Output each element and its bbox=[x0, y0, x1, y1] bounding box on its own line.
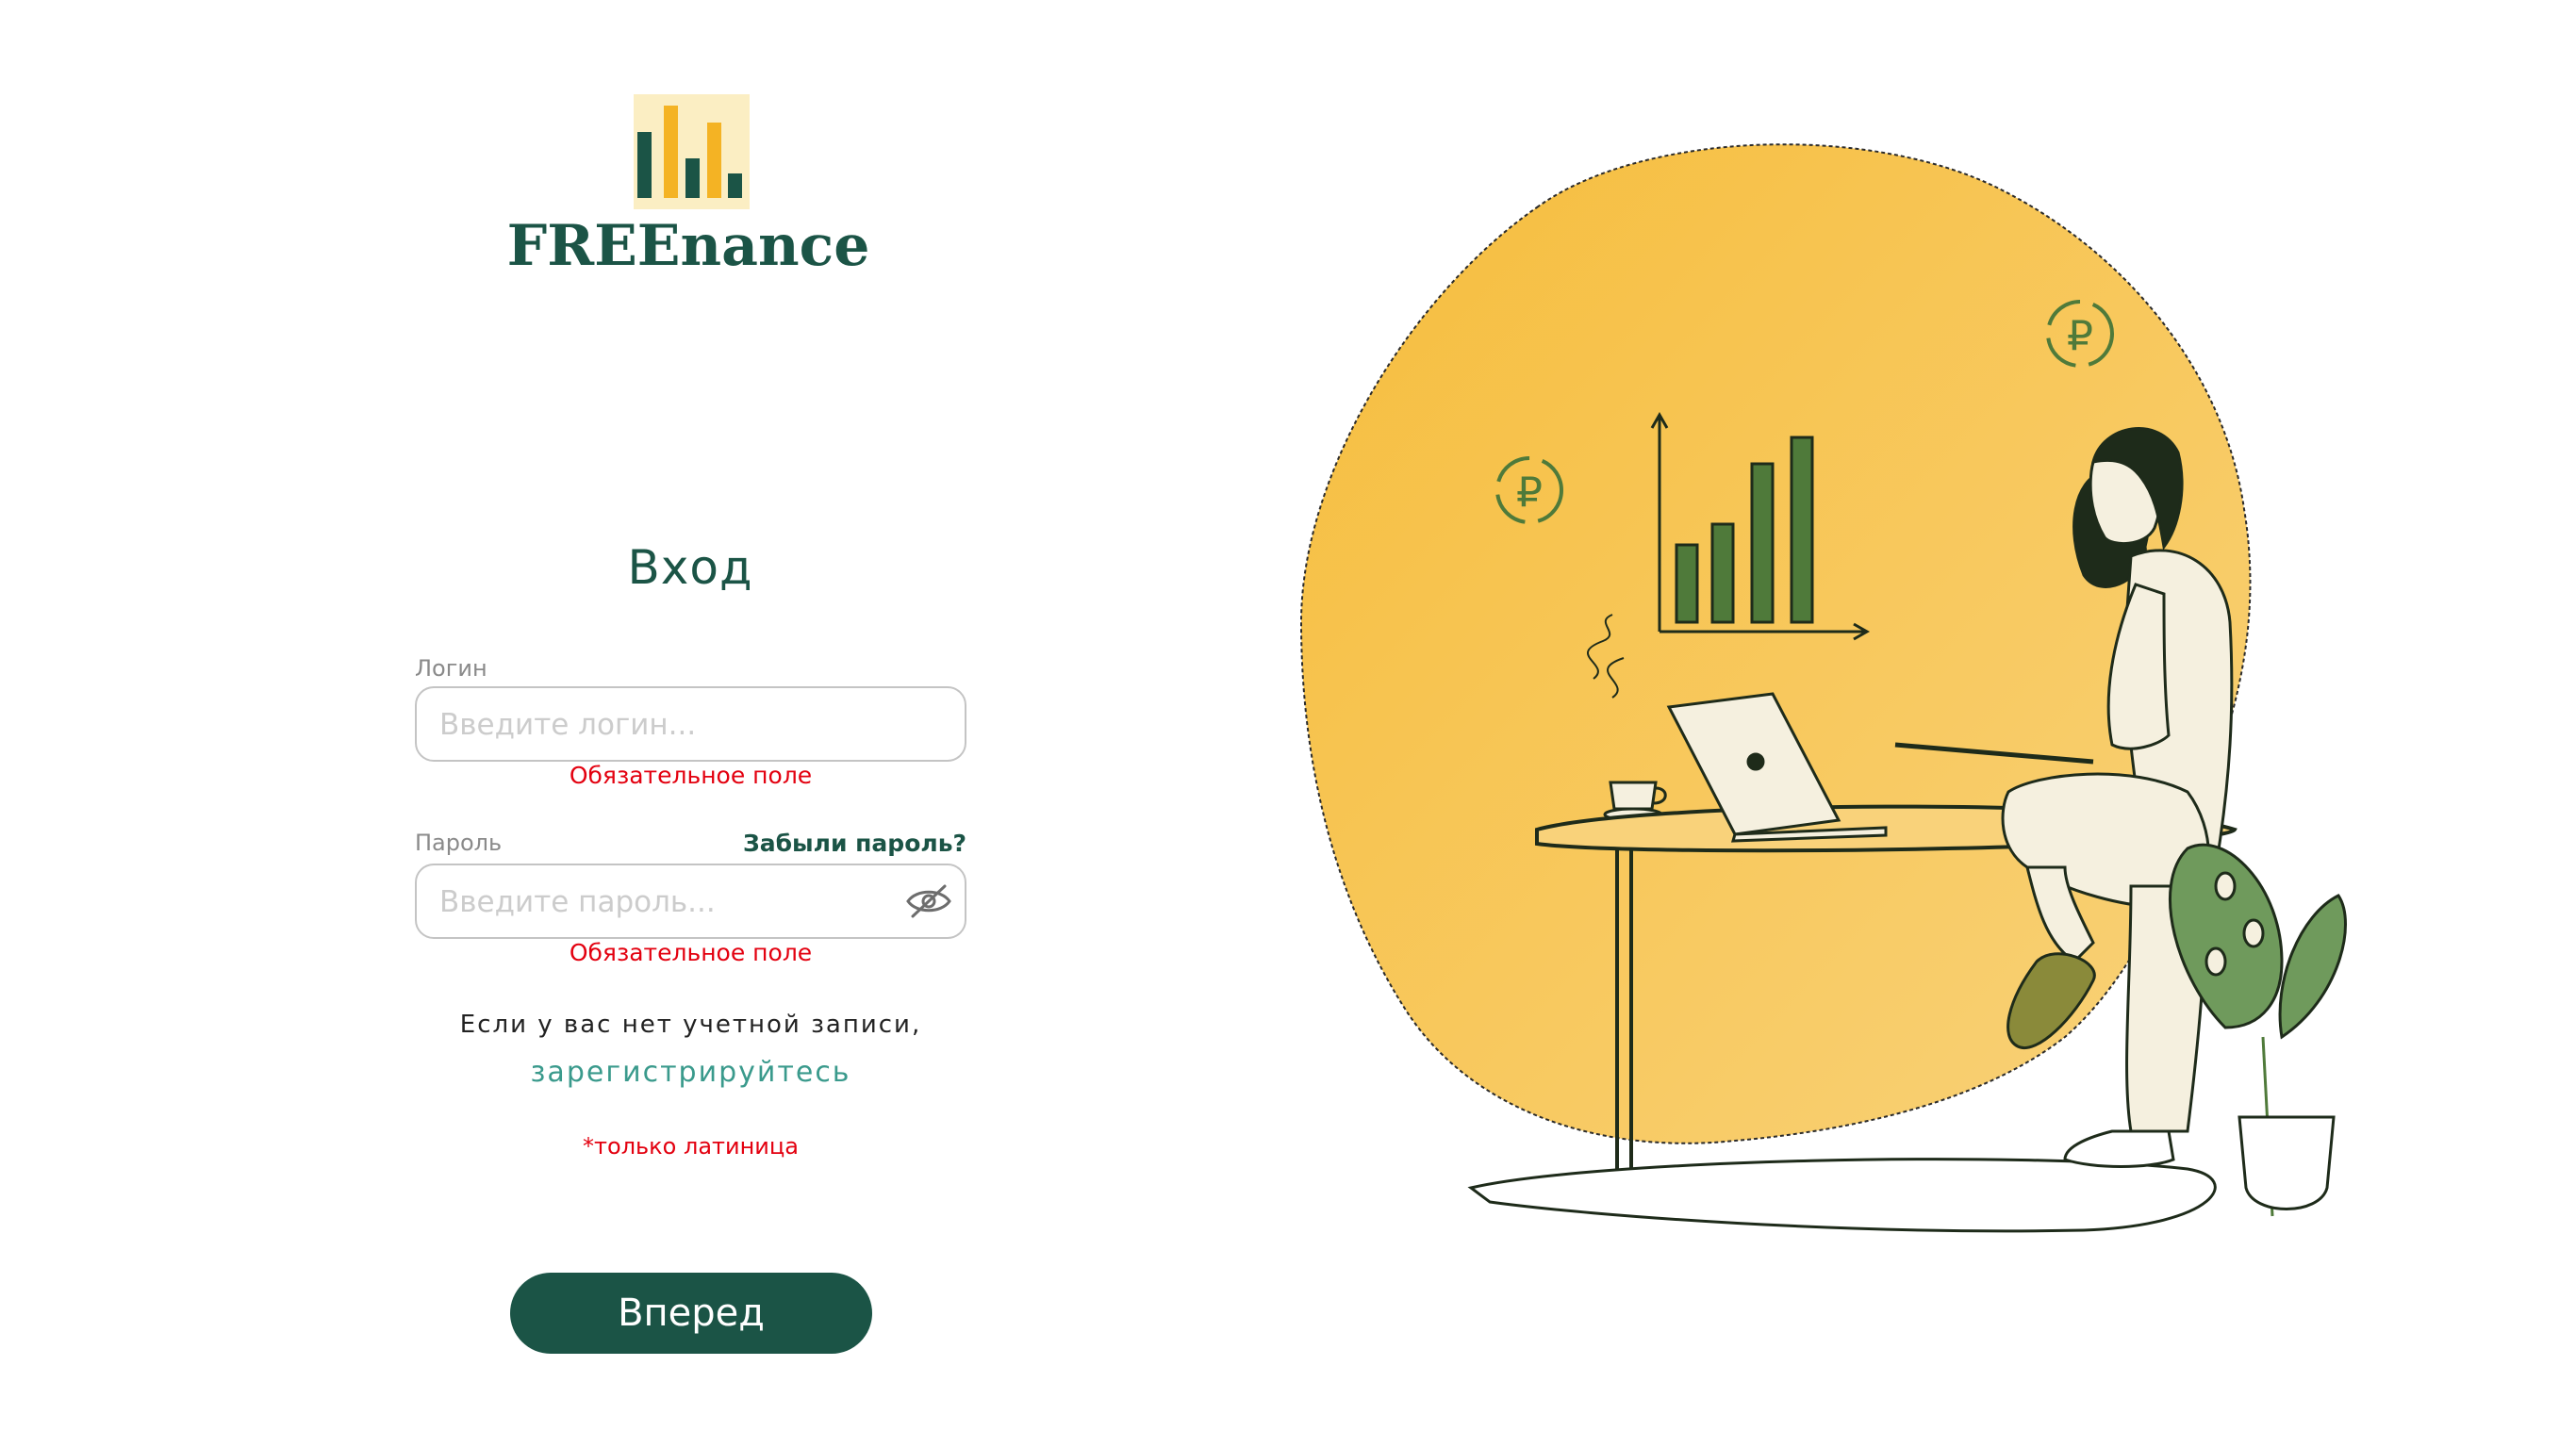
submit-button[interactable]: Вперед bbox=[510, 1273, 872, 1354]
hero-illustration: ₽ ₽ bbox=[1299, 143, 2347, 1233]
no-account-text: Если у вас нет учетной записи, bbox=[459, 1011, 922, 1039]
password-label: Пароль bbox=[415, 830, 503, 856]
register-link[interactable]: зарегистрируйтесь bbox=[415, 1056, 966, 1089]
page-title: Вход bbox=[627, 540, 753, 595]
eye-slash-icon[interactable] bbox=[905, 882, 952, 920]
background-blob bbox=[1299, 143, 2252, 1144]
username-error: Обязательное поле bbox=[569, 762, 813, 789]
username-label: Логин bbox=[415, 655, 487, 682]
forgot-password-link[interactable]: Забыли пароль? bbox=[735, 830, 966, 857]
brand-name: FREEnance bbox=[506, 213, 870, 279]
ruble-symbol-left: ₽ bbox=[1516, 469, 1543, 517]
username-field-wrapper bbox=[415, 686, 966, 762]
username-input[interactable] bbox=[438, 688, 884, 762]
logo-icon bbox=[634, 94, 750, 209]
floor-shadow bbox=[1467, 1158, 2217, 1233]
ruble-symbol-right: ₽ bbox=[2067, 312, 2093, 360]
password-field-wrapper bbox=[415, 864, 966, 939]
password-input[interactable] bbox=[438, 865, 884, 939]
login-page: FREEnance Вход Логин Обязательное поле П… bbox=[0, 0, 2576, 1448]
password-error: Обязательное поле bbox=[569, 939, 813, 966]
latin-only-note: *только латиница bbox=[583, 1133, 799, 1160]
